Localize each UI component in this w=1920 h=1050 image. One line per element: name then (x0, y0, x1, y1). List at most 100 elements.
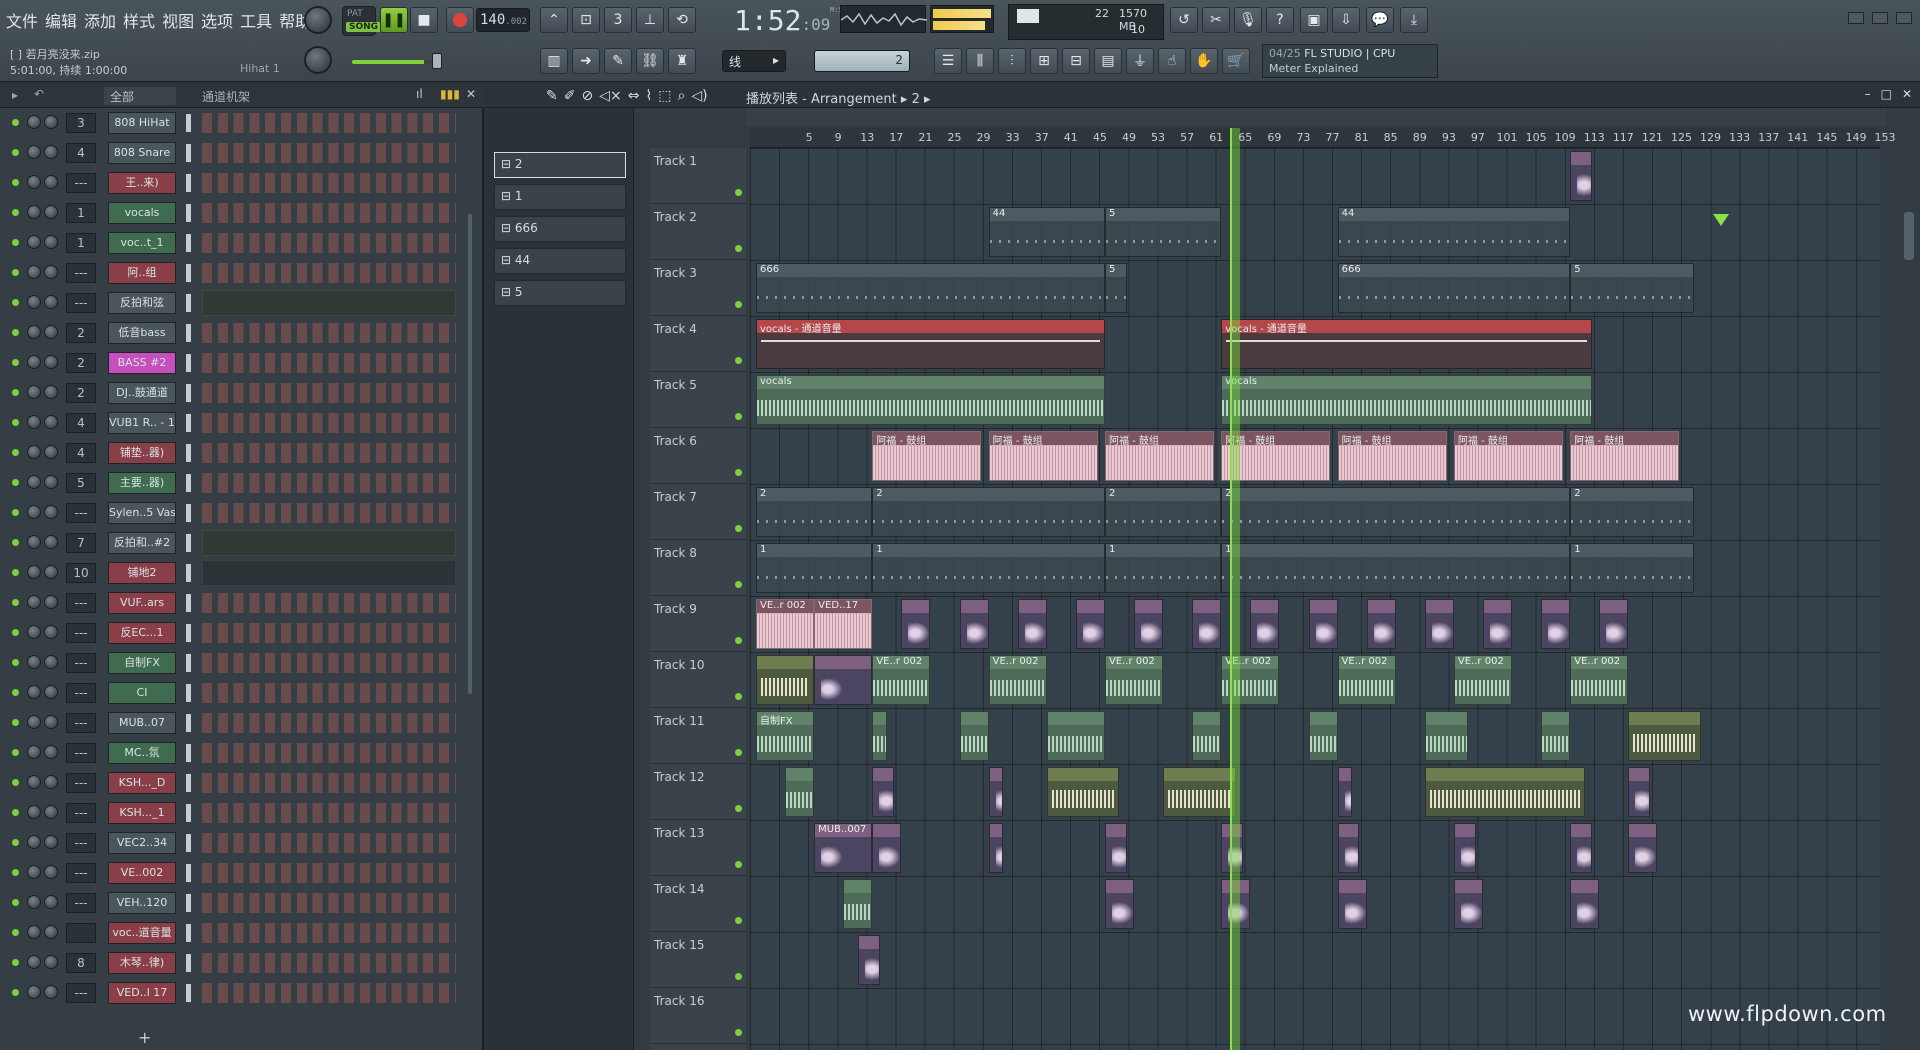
playlist-clip[interactable]: vocals - 通道音量 (1221, 319, 1593, 369)
track-header[interactable]: Track 4 (650, 316, 746, 372)
link-button[interactable]: ⛓ (636, 48, 664, 74)
channel-row[interactable]: voc..道音量 (0, 918, 470, 948)
playlist-clip[interactable]: 1 (1570, 543, 1694, 593)
mixer-track-number[interactable]: 3 (66, 113, 96, 133)
record-audio-button[interactable]: 🎙 (1234, 7, 1262, 33)
mixer-track-number[interactable]: 2 (66, 353, 96, 373)
playlist-clip[interactable] (872, 711, 887, 761)
playlist-clip[interactable]: 1 (872, 543, 1105, 593)
playback-tool-icon[interactable]: ◁) (691, 88, 707, 104)
playlist-clip[interactable]: 1 (1221, 543, 1571, 593)
channel-name-button[interactable]: 自制FX (108, 652, 176, 674)
playlist-clip[interactable]: VE..r 002 (756, 599, 815, 649)
channel-mute-led[interactable] (12, 299, 19, 306)
cut-button[interactable]: ✂ (1202, 7, 1230, 33)
channel-pan-knob[interactable] (27, 175, 41, 189)
channel-row[interactable]: --- VEH..120 (0, 888, 470, 918)
mixer-track-number[interactable]: 2 (66, 323, 96, 343)
playlist-clip[interactable] (1541, 599, 1571, 649)
playlist-clip[interactable] (1483, 599, 1513, 649)
channel-name-button[interactable]: voc..t_1 (108, 232, 176, 254)
step-sequencer[interactable] (202, 653, 456, 673)
channel-volume-knob[interactable] (44, 415, 58, 429)
playlist-clip[interactable] (1308, 711, 1338, 761)
channel-volume-knob[interactable] (44, 985, 58, 999)
channel-row[interactable]: --- 阿..组 (0, 258, 470, 288)
channel-pan-knob[interactable] (27, 535, 41, 549)
playlist-clip[interactable]: 阿福 - 鼓组 (1337, 431, 1447, 481)
channel-select-indicator[interactable] (186, 624, 191, 642)
track-mute-led[interactable] (735, 973, 742, 980)
slip-tool-icon[interactable]: ⇔ (628, 88, 640, 104)
track-header[interactable]: Track 13 (650, 820, 746, 876)
tempo-display[interactable]: 140.002 (476, 8, 530, 32)
playlist-clip[interactable] (1570, 151, 1593, 201)
channel-select-indicator[interactable] (186, 744, 191, 762)
channel-row[interactable]: --- 王..来) (0, 168, 470, 198)
channel-row[interactable]: --- VED..l 17 (0, 978, 470, 1008)
playlist-clip[interactable] (901, 599, 931, 649)
channel-volume-knob[interactable] (44, 775, 58, 789)
mute-tool-icon[interactable]: ◁× (599, 88, 622, 104)
time-display[interactable]: 1:52:09 M:S:CS (734, 4, 855, 38)
channel-name-button[interactable]: 王..来) (108, 172, 176, 194)
channel-name-button[interactable]: VEC2..34 (108, 832, 176, 854)
picker-clip[interactable]: ⊟ 44 (494, 248, 626, 274)
download-button[interactable]: ⤓ (1400, 7, 1428, 33)
channel-mute-led[interactable] (12, 539, 19, 546)
channel-mute-led[interactable] (12, 149, 19, 156)
playlist-clip[interactable] (959, 711, 989, 761)
channel-row[interactable]: 8 木琴..律) (0, 948, 470, 978)
track-header[interactable]: Track 12 (650, 764, 746, 820)
playlist-window-button[interactable]: ☰ (934, 48, 962, 74)
track-header[interactable]: Track 14 (650, 876, 746, 932)
playlist-clip[interactable] (1424, 767, 1585, 817)
channel-mute-led[interactable] (12, 809, 19, 816)
playlist-clip[interactable] (1453, 879, 1483, 929)
channel-row[interactable]: 2 低音bass (0, 318, 470, 348)
minimize-button[interactable] (1848, 12, 1864, 24)
playlist-clip[interactable]: 666 (1337, 263, 1571, 313)
channel-select-indicator[interactable] (186, 684, 191, 702)
step-sequencer[interactable] (202, 443, 456, 463)
channel-pan-knob[interactable] (27, 835, 41, 849)
playlist-clip[interactable]: 2 (1570, 487, 1694, 537)
mixer-track-number[interactable]: --- (66, 503, 96, 523)
playlist-clip[interactable]: 2 (872, 487, 1105, 537)
mixer-track-number[interactable]: 8 (66, 953, 96, 973)
playlist-clip[interactable] (1075, 599, 1105, 649)
channel-volume-knob[interactable] (44, 835, 58, 849)
channel-mute-led[interactable] (12, 749, 19, 756)
mixer-track-number[interactable]: 4 (66, 443, 96, 463)
channel-name-button[interactable]: 808 Snare (108, 142, 176, 164)
channel-pan-knob[interactable] (27, 505, 41, 519)
channel-row[interactable]: 1 vocals (0, 198, 470, 228)
channel-row[interactable]: 4 铺垫..器) (0, 438, 470, 468)
playlist-clip[interactable] (1424, 599, 1454, 649)
mixer-track-number[interactable]: --- (66, 653, 96, 673)
channel-select-indicator[interactable] (186, 924, 191, 942)
step-sequencer[interactable] (202, 863, 456, 883)
step-sequencer[interactable] (202, 203, 456, 223)
playlist-clip[interactable] (872, 823, 902, 873)
channel-pan-knob[interactable] (27, 925, 41, 939)
piano-roll-button[interactable]: ▥ (540, 48, 568, 74)
channel-volume-knob[interactable] (44, 745, 58, 759)
track-header[interactable]: Track 3 (650, 260, 746, 316)
track-mute-led[interactable] (735, 581, 742, 588)
channel-name-button[interactable]: 铺地2 (108, 562, 176, 584)
channel-mute-led[interactable] (12, 479, 19, 486)
channel-mute-led[interactable] (12, 209, 19, 216)
steps-icon[interactable]: ▮▮▮ (440, 87, 460, 101)
playlist-clip[interactable] (843, 879, 873, 929)
playlist-clip[interactable] (1453, 823, 1476, 873)
channel-pan-knob[interactable] (27, 685, 41, 699)
channel-select-indicator[interactable] (186, 564, 191, 582)
pattern-selector[interactable]: 2 (814, 50, 910, 72)
step-sequencer[interactable] (202, 833, 456, 853)
playlist-clip[interactable]: 1 (756, 543, 873, 593)
channel-mute-led[interactable] (12, 119, 19, 126)
picker-clip[interactable]: ⊟ 5 (494, 280, 626, 306)
channel-name-button[interactable]: 反拍和弦 (108, 292, 176, 314)
playlist-clip[interactable] (1046, 767, 1120, 817)
